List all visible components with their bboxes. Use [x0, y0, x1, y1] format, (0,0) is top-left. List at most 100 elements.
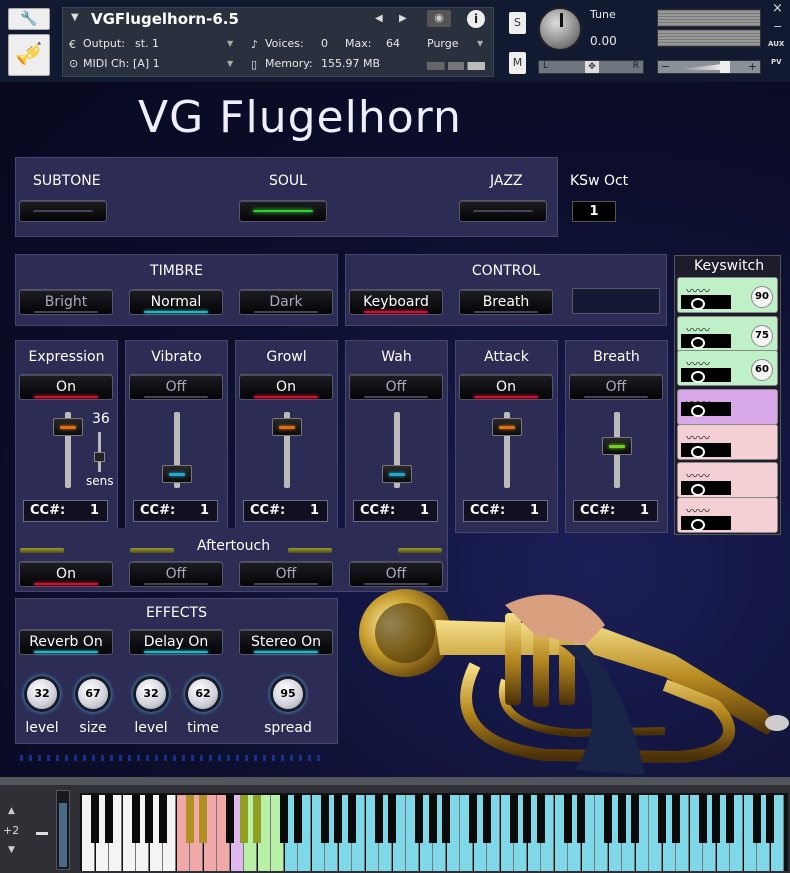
piano-black-key[interactable] — [671, 795, 680, 843]
keyswitch-octave-value[interactable]: 1 — [572, 201, 616, 222]
subtone-button[interactable] — [19, 200, 107, 222]
piano-black-key[interactable] — [199, 795, 207, 843]
bright-button[interactable]: Bright — [19, 289, 113, 315]
stereo-button[interactable]: Stereo On — [239, 629, 333, 655]
keyswitch-item[interactable]: 〰〰 60 — [677, 350, 778, 386]
keyswitch-item[interactable]: 〰〰 — [677, 462, 778, 498]
keyswitch-item[interactable]: 〰〰 — [677, 497, 778, 533]
channel-fader-handle[interactable] — [382, 464, 412, 483]
piano-black-key[interactable] — [145, 795, 153, 843]
close-icon[interactable]: × — [772, 1, 783, 16]
wrench-button[interactable]: 🔧 — [8, 8, 50, 30]
channel-toggle-button[interactable]: On — [239, 374, 333, 400]
piano-black-key[interactable] — [631, 795, 639, 843]
mute-button[interactable]: M — [509, 52, 526, 74]
channel-cc-field[interactable]: CC#: 1 — [353, 500, 438, 522]
channel-cc-field[interactable]: CC#: 1 — [243, 500, 328, 522]
piano-black-key[interactable] — [347, 795, 356, 843]
channel-fader-handle[interactable] — [492, 418, 522, 437]
octave-down-icon[interactable]: ▼ — [8, 845, 15, 855]
effect-knob[interactable]: 32 — [27, 679, 57, 709]
output-dropdown-icon[interactable]: ▼ — [227, 39, 233, 48]
keyswitch-item[interactable]: 〰〰 75 — [677, 316, 778, 352]
aux-button[interactable]: AUX — [768, 40, 784, 48]
piano-black-key[interactable] — [752, 795, 761, 843]
channel-fader-handle[interactable] — [53, 418, 83, 437]
piano-black-key[interactable] — [509, 795, 518, 843]
purge-dropdown-icon[interactable]: ▼ — [477, 39, 483, 48]
keyswitch-item[interactable]: 〰〰 — [677, 389, 778, 425]
aftertouch-button[interactable]: On — [19, 561, 113, 587]
piano-black-key[interactable] — [185, 795, 194, 843]
channel-fader-handle[interactable] — [272, 418, 302, 437]
pan-slider[interactable]: L ✥ R — [538, 60, 644, 74]
piano-black-key[interactable] — [577, 795, 585, 843]
piano-black-key[interactable] — [91, 795, 99, 843]
piano-black-key[interactable] — [280, 795, 288, 843]
piano-black-key[interactable] — [523, 795, 531, 843]
piano-black-key[interactable] — [482, 795, 491, 843]
effect-knob[interactable]: 95 — [273, 679, 303, 709]
channel-cc-field[interactable]: CC#: 1 — [573, 500, 658, 522]
piano-black-key[interactable] — [766, 795, 774, 843]
channel-toggle-button[interactable]: Off — [569, 374, 663, 400]
piano-black-key[interactable] — [374, 795, 383, 843]
purge-button[interactable]: Purge — [427, 37, 459, 50]
prev-instrument-icon[interactable]: ◀ — [375, 13, 383, 24]
solo-button[interactable]: S — [509, 12, 526, 34]
keyswitch-item[interactable]: 〰〰 — [677, 424, 778, 460]
volume-handle[interactable] — [720, 61, 730, 73]
camera-icon[interactable]: ◉ — [427, 10, 451, 27]
chevron-down-icon[interactable]: ▼ — [71, 12, 79, 23]
octave-up-icon[interactable]: ▲ — [8, 806, 15, 816]
piano-black-key[interactable] — [725, 795, 734, 843]
pv-button[interactable]: PV — [771, 58, 782, 66]
breath-control-button[interactable]: Breath — [459, 289, 553, 315]
piano-black-key[interactable] — [563, 795, 572, 843]
tune-knob[interactable] — [538, 7, 582, 51]
aftertouch-button[interactable]: Off — [129, 561, 223, 587]
channel-toggle-button[interactable]: On — [19, 374, 113, 400]
effect-knob[interactable]: 67 — [78, 679, 108, 709]
piano-black-key[interactable] — [442, 795, 450, 843]
aftertouch-button[interactable]: Off — [239, 561, 333, 587]
piano-black-key[interactable] — [158, 795, 167, 843]
piano-black-key[interactable] — [239, 795, 248, 843]
normal-button[interactable]: Normal — [129, 289, 223, 315]
piano-black-key[interactable] — [617, 795, 626, 843]
piano-black-key[interactable] — [334, 795, 342, 843]
info-icon[interactable]: i — [467, 10, 485, 28]
piano-black-key[interactable] — [388, 795, 396, 843]
reverb-button[interactable]: Reverb On — [19, 629, 113, 655]
piano-black-key[interactable] — [226, 795, 234, 843]
piano-black-key[interactable] — [293, 795, 302, 843]
piano-black-key[interactable] — [712, 795, 720, 843]
channel-fader-handle[interactable] — [162, 464, 192, 483]
dark-button[interactable]: Dark — [239, 289, 333, 315]
volume-slider[interactable]: − + — [657, 60, 761, 74]
max-voices-value[interactable]: 64 — [386, 37, 400, 50]
midi-channel-value[interactable]: [A] 1 — [133, 57, 160, 70]
output-value[interactable]: st. 1 — [135, 37, 159, 50]
piano-black-key[interactable] — [104, 795, 113, 843]
piano-black-key[interactable] — [604, 795, 612, 843]
piano-black-key[interactable] — [428, 795, 437, 843]
channel-cc-field[interactable]: CC#: 1 — [23, 500, 108, 522]
effect-knob[interactable]: 32 — [136, 679, 166, 709]
piano-black-key[interactable] — [253, 795, 261, 843]
delay-button[interactable]: Delay On — [129, 629, 223, 655]
piano-black-key[interactable] — [320, 795, 329, 843]
channel-fader-handle[interactable] — [602, 436, 632, 455]
channel-toggle-button[interactable]: Off — [129, 374, 223, 400]
pan-handle[interactable]: ✥ — [585, 61, 599, 73]
instrument-name[interactable]: VGFlugelhorn-6.5 — [91, 10, 239, 28]
soul-button[interactable] — [239, 200, 327, 222]
channel-toggle-button[interactable]: On — [459, 374, 553, 400]
midi-dropdown-icon[interactable]: ▼ — [227, 59, 233, 68]
piano-black-key[interactable] — [415, 795, 423, 843]
piano-black-key[interactable] — [698, 795, 707, 843]
mod-wheel[interactable] — [56, 790, 70, 870]
keyboard-control-button[interactable]: Keyboard — [349, 289, 443, 315]
effect-knob[interactable]: 62 — [188, 679, 218, 709]
pitch-wheel-minus[interactable] — [36, 832, 48, 835]
